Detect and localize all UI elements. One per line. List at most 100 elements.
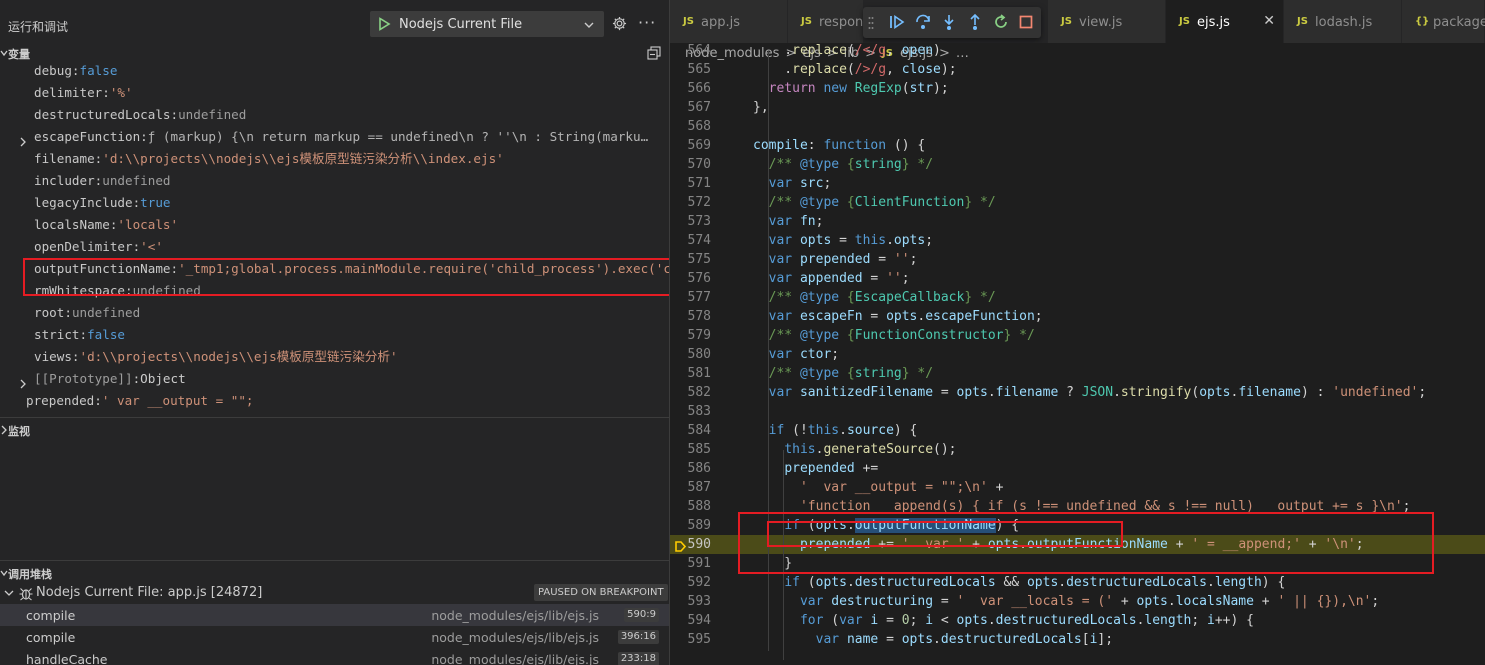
- code-line[interactable]: 582 var sanitizedFilename = opts.filenam…: [670, 383, 1485, 402]
- call-stack-frame[interactable]: compile node_modules/ejs/lib/ejs.js 590:9: [0, 604, 669, 626]
- tab-ejs-js[interactable]: JS ejs.js ✕: [1166, 0, 1284, 43]
- variable-row[interactable]: escapeFunction: ƒ (markup) {\n return ma…: [0, 126, 669, 148]
- chevron-right-icon[interactable]: [19, 374, 27, 390]
- variable-row[interactable]: localsName: 'locals': [0, 214, 669, 236]
- variable-row[interactable]: strict: false: [0, 324, 669, 346]
- code-line[interactable]: 564 .replace(/</g, open): [670, 41, 1485, 60]
- line-number: 579: [687, 328, 711, 343]
- chevron-right-icon[interactable]: [19, 132, 27, 148]
- code-line[interactable]: 576 var appended = '';: [670, 269, 1485, 288]
- play-icon[interactable]: [377, 17, 391, 35]
- code-line[interactable]: 571 var src;: [670, 174, 1485, 193]
- code-line[interactable]: 577 /** @type {EscapeCallback} */: [670, 288, 1485, 307]
- highlight-box: [23, 258, 669, 296]
- variable-row[interactable]: includer: undefined: [0, 170, 669, 192]
- line-number: 589: [687, 518, 711, 533]
- code-line[interactable]: 587 ' var __output = "";\n' +: [670, 478, 1485, 497]
- variable-row[interactable]: delimiter: '%': [0, 82, 669, 104]
- tab-label: app.js: [701, 15, 740, 30]
- restart-icon[interactable]: [992, 13, 1010, 35]
- step-into-icon[interactable]: [940, 13, 958, 35]
- code-text: prepended +=: [784, 461, 879, 476]
- code-line[interactable]: 581 /** @type {string} */: [670, 364, 1485, 383]
- code-text: /** @type {FunctionConstructor} */: [768, 328, 1035, 343]
- code-line[interactable]: 565 .replace(/>/g, close);: [670, 60, 1485, 79]
- variable-name: legacyInclude: [34, 195, 133, 210]
- code-line[interactable]: 595 var name = opts.destructuredLocals[i…: [670, 630, 1485, 649]
- frame-position: 590:9: [624, 608, 659, 622]
- line-number: 593: [687, 594, 711, 609]
- variable-value: undefined: [178, 107, 247, 122]
- line-number: 591: [687, 556, 711, 571]
- call-stack-frame[interactable]: compile node_modules/ejs/lib/ejs.js 396:16: [0, 626, 669, 648]
- line-number: 595: [687, 632, 711, 647]
- tab-package-json[interactable]: {}package.json: [1402, 0, 1485, 43]
- variable-row[interactable]: destructuredLocals: undefined: [0, 104, 669, 126]
- code-text: var prepended = '';: [768, 252, 918, 267]
- drag-grip-icon[interactable]: [868, 16, 874, 34]
- tab-view-js[interactable]: JS view.js: [1048, 0, 1166, 43]
- stop-icon[interactable]: [1017, 13, 1035, 35]
- more-actions-icon[interactable]: ···: [638, 13, 656, 32]
- close-icon[interactable]: ✕: [1263, 13, 1275, 29]
- variable-row[interactable]: root: undefined: [0, 302, 669, 324]
- code-line[interactable]: 573 var fn;: [670, 212, 1485, 231]
- line-number: 577: [687, 290, 711, 305]
- variable-row[interactable]: views: 'd:\\projects\\nodejs\\ejs模板原型链污染…: [0, 346, 669, 368]
- variable-value: ' var __output = "";: [101, 393, 254, 408]
- code-text: /** @type {ClientFunction} */: [768, 195, 996, 210]
- gear-icon[interactable]: [612, 16, 627, 35]
- line-number: 573: [687, 214, 711, 229]
- call-stack-section-header[interactable]: 调用堆栈: [0, 563, 669, 583]
- code-line[interactable]: 579 /** @type {FunctionConstructor} */: [670, 326, 1485, 345]
- frame-file-path: node_modules/ejs/lib/ejs.js: [431, 652, 599, 665]
- code-line[interactable]: 585 this.generateSource();: [670, 440, 1485, 459]
- code-line[interactable]: 574 var opts = this.opts;: [670, 231, 1485, 250]
- step-over-icon[interactable]: [914, 13, 932, 35]
- code-line[interactable]: 569 compile: function () {: [670, 136, 1485, 155]
- variable-name: debug: [34, 63, 72, 78]
- variable-row[interactable]: [[Prototype]]: Object: [0, 368, 669, 390]
- tab-response-js[interactable]: JS response.js: [788, 0, 893, 43]
- line-number: 585: [687, 442, 711, 457]
- code-text: .replace(/>/g, close);: [753, 62, 957, 77]
- variable-name: root: [34, 305, 65, 320]
- code-line[interactable]: 592 if (opts.destructuredLocals && opts.…: [670, 573, 1485, 592]
- launch-config-dropdown[interactable]: Nodejs Current File: [370, 11, 604, 37]
- variable-name: escapeFunction: [34, 129, 141, 144]
- code-line[interactable]: 584 if (!this.source) {: [670, 421, 1485, 440]
- code-line[interactable]: 572 /** @type {ClientFunction} */: [670, 193, 1485, 212]
- variable-value: Object: [140, 371, 186, 386]
- code-line[interactable]: 586 prepended +=: [670, 459, 1485, 478]
- json-file-icon: {}: [1415, 16, 1430, 27]
- code-line[interactable]: 567},: [670, 98, 1485, 117]
- frame-position: 233:18: [617, 652, 659, 665]
- code-line[interactable]: 594 for (var i = 0; i < opts.destructure…: [670, 611, 1485, 630]
- variable-name: localsName: [34, 217, 110, 232]
- code-line[interactable]: 580 var ctor;: [670, 345, 1485, 364]
- breakpoint-arrow-icon[interactable]: [675, 539, 687, 552]
- call-stack-frame[interactable]: handleCache node_modules/ejs/lib/ejs.js 23…: [0, 648, 669, 665]
- line-number: 580: [687, 347, 711, 362]
- step-out-icon[interactable]: [966, 13, 984, 35]
- run-toolbar: 运行和调试 Nodejs Current File ···: [0, 0, 669, 48]
- code-line[interactable]: 583: [670, 402, 1485, 421]
- code-line[interactable]: 575 var prepended = '';: [670, 250, 1485, 269]
- code-line[interactable]: 593 var destructuring = ' var __locals =…: [670, 592, 1485, 611]
- code-line[interactable]: 568: [670, 117, 1485, 136]
- code-line[interactable]: 578 var escapeFn = opts.escapeFunction;: [670, 307, 1485, 326]
- variable-value: ƒ (markup) {\n return markup == undefine…: [147, 129, 649, 144]
- variable-row[interactable]: openDelimiter: '<': [0, 236, 669, 258]
- variable-row[interactable]: prepended: ' var __output = "";: [0, 390, 669, 412]
- tab-app-js[interactable]: JS app.js: [670, 0, 788, 43]
- variable-row[interactable]: debug: false: [0, 60, 669, 82]
- code-line[interactable]: 570 /** @type {string} */: [670, 155, 1485, 174]
- code-line[interactable]: 566 return new RegExp(str);: [670, 79, 1485, 98]
- tab-lodash-js[interactable]: JS lodash.js: [1284, 0, 1402, 43]
- watch-section-header[interactable]: 监视: [0, 420, 669, 440]
- code-text: var opts = this.opts;: [768, 233, 934, 248]
- variable-row[interactable]: legacyInclude: true: [0, 192, 669, 214]
- variable-row[interactable]: filename: 'd:\\projects\\nodejs\\ejs模板原型…: [0, 148, 669, 170]
- continue-icon[interactable]: [888, 13, 906, 35]
- line-number: 564: [687, 43, 711, 58]
